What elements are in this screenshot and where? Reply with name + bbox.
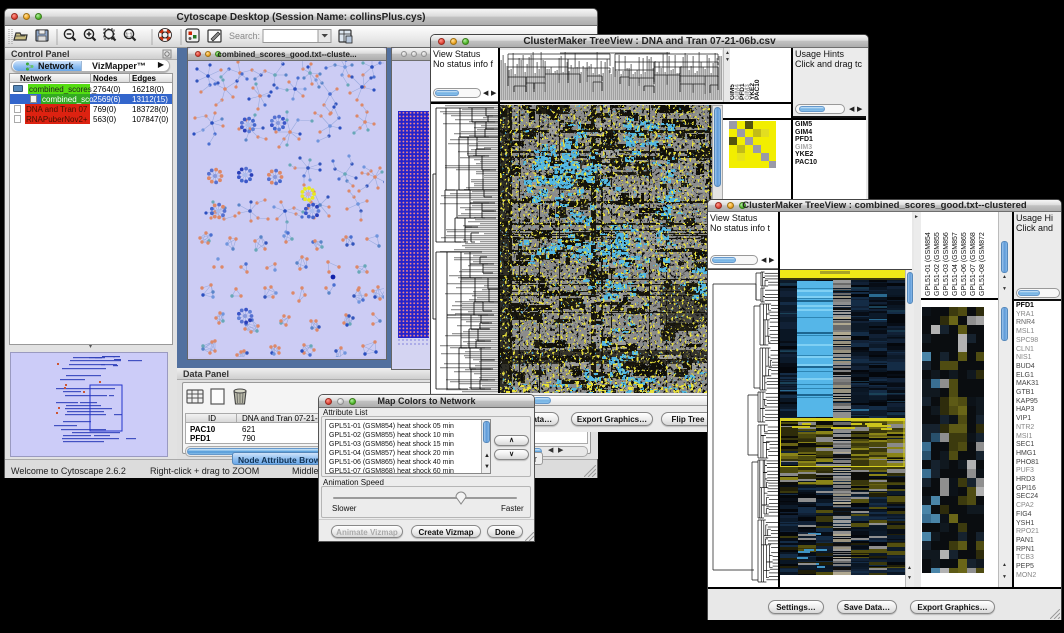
svg-text:1:1: 1:1 xyxy=(126,33,133,39)
svg-text:Search:: Search: xyxy=(229,31,260,41)
